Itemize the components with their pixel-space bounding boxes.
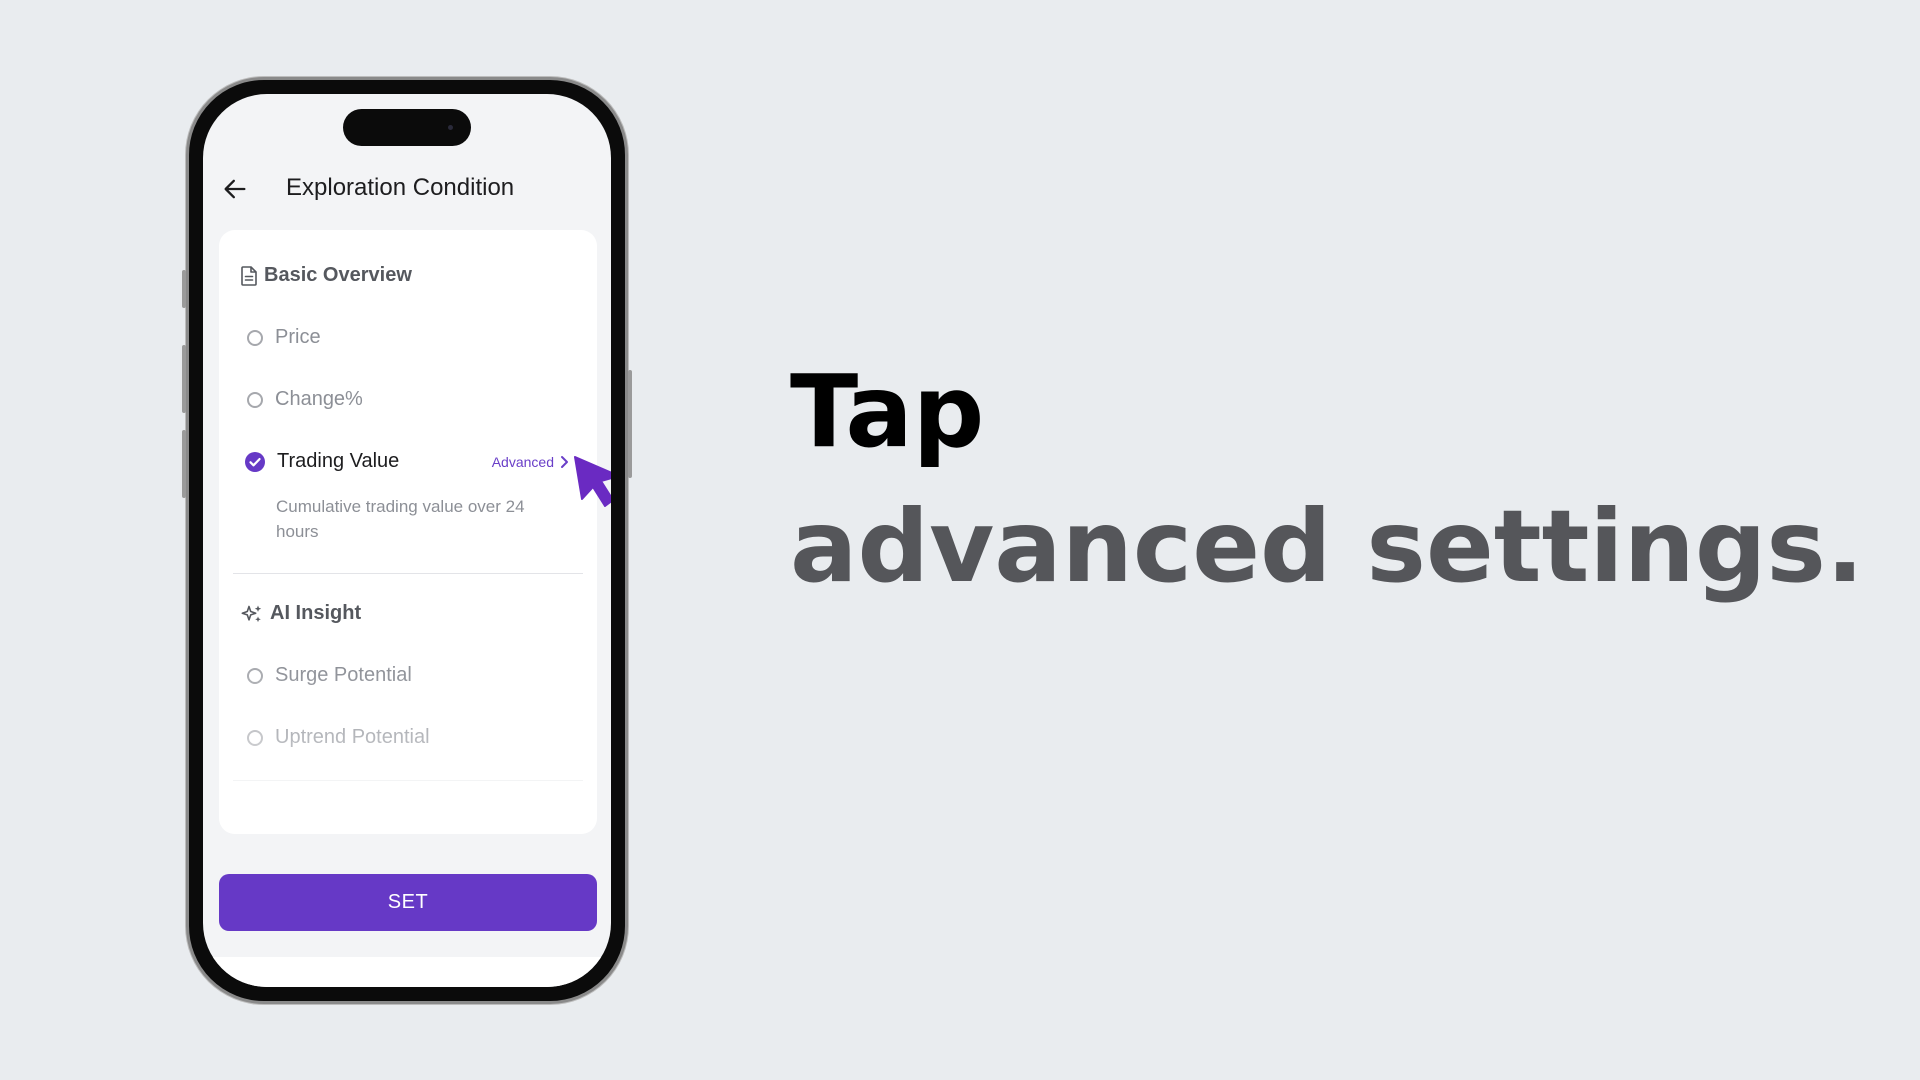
section-divider [233, 780, 583, 781]
app-header: Exploration Condition [203, 166, 611, 212]
option-surge-potential[interactable]: Surge Potential [247, 664, 412, 687]
dynamic-island [343, 109, 471, 146]
page-title: Exploration Condition [286, 174, 515, 201]
condition-card: Basic Overview Price Change% Trading Val… [219, 230, 597, 834]
advanced-link-label[interactable]: Advanced [492, 454, 554, 470]
pointer-cursor-icon [574, 456, 611, 507]
section-divider [233, 573, 583, 574]
option-label: Uptrend Potential [275, 726, 430, 748]
camera-dot [448, 125, 453, 130]
section-title-label: AI Insight [270, 602, 362, 624]
radio-unchecked[interactable] [247, 391, 263, 408]
power-button [628, 370, 632, 478]
section-title-basic-overview: Basic Overview [241, 264, 412, 287]
option-label: Change% [275, 388, 363, 410]
radio-unchecked[interactable] [247, 329, 263, 346]
advanced-link[interactable]: Advanced [492, 454, 569, 470]
option-label: Price [275, 326, 321, 348]
option-change-percent[interactable]: Change% [247, 388, 363, 411]
chevron-right-icon[interactable] [560, 455, 569, 469]
volume-up-button [182, 345, 186, 413]
radio-unchecked[interactable] [247, 667, 263, 684]
option-label: Surge Potential [275, 664, 412, 686]
caption: Tap advanced settings. [790, 352, 1864, 622]
option-trading-value[interactable]: Trading Value [245, 450, 399, 473]
option-uptrend-potential[interactable]: Uptrend Potential [247, 726, 430, 749]
caption-line-1: Tap [790, 353, 985, 470]
silent-switch [182, 270, 186, 308]
section-title-ai-insight: AI Insight [241, 602, 361, 625]
option-description: Cumulative trading value over 24 hours [276, 497, 525, 541]
set-button[interactable]: SET [219, 874, 597, 931]
phone-frame: Exploration Condition Basic Overview Pri… [182, 77, 632, 1004]
option-price[interactable]: Price [247, 326, 321, 349]
home-area [203, 957, 611, 987]
document-icon [241, 265, 257, 286]
stage: Exploration Condition Basic Overview Pri… [0, 0, 1920, 1080]
volume-down-button [182, 430, 186, 498]
option-label: Trading Value [277, 450, 400, 472]
section-title-label: Basic Overview [264, 264, 412, 286]
sparkle-icon [241, 605, 262, 622]
arrow-left-icon[interactable] [221, 175, 249, 203]
phone-screen: Exploration Condition Basic Overview Pri… [203, 94, 611, 987]
caption-line-2: advanced settings. [790, 488, 1864, 605]
radio-checked-icon[interactable] [245, 451, 265, 472]
radio-unchecked[interactable] [247, 729, 263, 746]
scroll-fade [219, 664, 597, 834]
